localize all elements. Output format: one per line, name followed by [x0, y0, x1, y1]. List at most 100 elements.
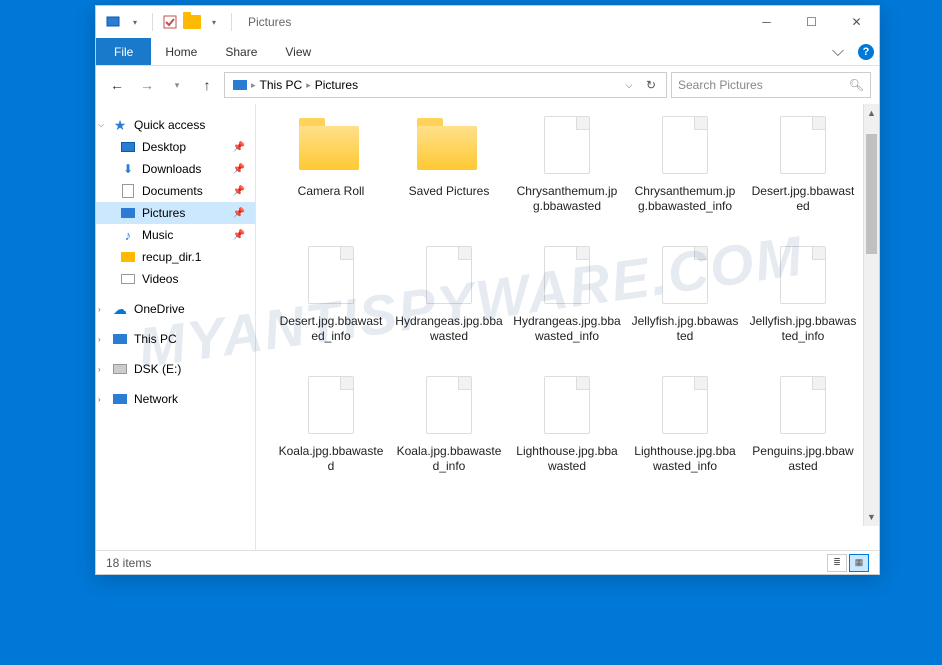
up-button[interactable]: ↑	[194, 72, 220, 98]
file-item[interactable]: Lighthouse.jpg.bbawasted	[512, 376, 622, 506]
music-icon: ♪	[120, 227, 136, 243]
file-tab[interactable]: File	[96, 38, 151, 65]
maximize-button[interactable]: ☐	[789, 6, 834, 38]
ribbon-tabs: File Home Share View ⌵ ?	[96, 38, 879, 66]
pictures-icon	[120, 205, 136, 221]
item-label: Desert.jpg.bbawasted_info	[277, 314, 385, 344]
vertical-scrollbar[interactable]: ▲ ▼	[863, 104, 879, 526]
network-icon	[112, 391, 128, 407]
file-icon	[299, 246, 363, 310]
sidebar-item-pictures[interactable]: Pictures📌	[96, 202, 255, 224]
content-area: ⌵★Quick access Desktop📌 ⬇Downloads📌 Docu…	[96, 104, 879, 550]
sidebar-item-recup-dir[interactable]: recup_dir.1	[96, 246, 255, 268]
scroll-down-icon[interactable]: ▼	[864, 508, 879, 526]
file-icon	[417, 246, 481, 310]
item-label: Camera Roll	[298, 184, 365, 199]
collapse-icon[interactable]: ⌵	[98, 120, 104, 130]
close-button[interactable]: ✕	[834, 6, 879, 38]
pin-icon: 📌	[233, 230, 245, 241]
item-label: Chrysanthemum.jpg.bbawasted_info	[631, 184, 739, 214]
expand-icon[interactable]: ›	[98, 305, 101, 314]
forward-button[interactable]: →	[134, 72, 160, 98]
expand-icon[interactable]: ›	[98, 365, 101, 374]
file-item[interactable]: Hydrangeas.jpg.bbawasted	[394, 246, 504, 376]
separator	[231, 13, 232, 31]
folder-item[interactable]: Camera Roll	[276, 116, 386, 246]
file-item[interactable]: Penguins.jpg.bbawasted	[748, 376, 858, 506]
separator	[152, 13, 153, 31]
file-item[interactable]: Lighthouse.jpg.bbawasted_info	[630, 376, 740, 506]
refresh-icon[interactable]: ↻	[640, 78, 662, 92]
quick-access-toolbar: ▾ ▾ Pictures	[96, 13, 291, 31]
file-item[interactable]: Koala.jpg.bbawasted	[276, 376, 386, 506]
search-input[interactable]: Search Pictures 🔍︎	[671, 72, 871, 98]
sidebar-item-network[interactable]: ›Network	[96, 388, 255, 410]
scroll-up-icon[interactable]: ▲	[864, 104, 879, 122]
expand-icon[interactable]: ›	[98, 335, 101, 344]
address-dropdown-icon[interactable]: ⌵	[618, 80, 640, 91]
folder-icon	[120, 249, 136, 265]
recent-locations-button[interactable]: ▾	[164, 72, 190, 98]
sidebar-item-downloads[interactable]: ⬇Downloads📌	[96, 158, 255, 180]
checkbox-icon[interactable]	[161, 13, 179, 31]
ribbon-collapse-icon[interactable]: ⌵	[823, 38, 853, 65]
file-item[interactable]: Koala.jpg.bbawasted_info	[394, 376, 504, 506]
file-item[interactable]: Hydrangeas.jpg.bbawasted_info	[512, 246, 622, 376]
sidebar-item-this-pc[interactable]: ›This PC	[96, 328, 255, 350]
file-icon	[771, 116, 835, 180]
folder-icon	[417, 116, 481, 180]
file-explorer-window: ▾ ▾ Pictures ─ ☐ ✕ File Home Share View …	[95, 5, 880, 575]
item-label: Jellyfish.jpg.bbawasted	[631, 314, 739, 344]
tab-home[interactable]: Home	[151, 38, 211, 65]
sidebar-item-drive[interactable]: ›DSK (E:)	[96, 358, 255, 380]
item-label: Chrysanthemum.jpg.bbawasted	[513, 184, 621, 214]
scrollbar-thumb[interactable]	[866, 134, 877, 254]
breadcrumb[interactable]: This PC	[256, 78, 307, 92]
sidebar-item-videos[interactable]: Videos	[96, 268, 255, 290]
qat-dropdown-icon[interactable]: ▾	[205, 13, 223, 31]
file-item[interactable]: Chrysanthemum.jpg.bbawasted_info	[630, 116, 740, 246]
folder-icon	[183, 13, 201, 31]
navigation-pane: ⌵★Quick access Desktop📌 ⬇Downloads📌 Docu…	[96, 104, 256, 550]
folder-item[interactable]: Saved Pictures	[394, 116, 504, 246]
videos-icon	[120, 271, 136, 287]
item-label: Penguins.jpg.bbawasted	[749, 444, 857, 474]
sidebar-item-music[interactable]: ♪Music📌	[96, 224, 255, 246]
file-item[interactable]: Jellyfish.jpg.bbawasted	[630, 246, 740, 376]
breadcrumb-icon[interactable]	[229, 80, 251, 90]
file-item[interactable]: Chrysanthemum.jpg.bbawasted	[512, 116, 622, 246]
details-view-button[interactable]: ≣	[827, 554, 847, 572]
item-label: Desert.jpg.bbawasted	[749, 184, 857, 214]
drive-icon	[112, 361, 128, 377]
file-icon	[535, 116, 599, 180]
address-bar[interactable]: ▸ This PC ▸ Pictures ⌵ ↻	[224, 72, 667, 98]
help-button[interactable]: ?	[853, 38, 879, 65]
minimize-button[interactable]: ─	[744, 6, 789, 38]
status-bar: 18 items ≣ ▦	[96, 550, 879, 574]
tab-view[interactable]: View	[271, 38, 325, 65]
sidebar-item-onedrive[interactable]: ›☁OneDrive	[96, 298, 255, 320]
file-icon	[417, 376, 481, 440]
item-label: Lighthouse.jpg.bbawasted	[513, 444, 621, 474]
properties-icon[interactable]	[104, 13, 122, 31]
qat-dropdown-icon[interactable]: ▾	[126, 13, 144, 31]
file-grid[interactable]: Camera Roll Saved Pictures Chrysanthemum.j…	[256, 104, 879, 550]
sidebar-item-quick-access[interactable]: ⌵★Quick access	[96, 114, 255, 136]
back-button[interactable]: ←	[104, 72, 130, 98]
desktop-icon	[120, 139, 136, 155]
file-icon	[535, 246, 599, 310]
sidebar-item-documents[interactable]: Documents📌	[96, 180, 255, 202]
pin-icon: 📌	[233, 164, 245, 175]
file-item[interactable]: Jellyfish.jpg.bbawasted_info	[748, 246, 858, 376]
tab-share[interactable]: Share	[211, 38, 271, 65]
icons-view-button[interactable]: ▦	[849, 554, 869, 572]
expand-icon[interactable]: ›	[98, 395, 101, 404]
file-item[interactable]: Desert.jpg.bbawasted	[748, 116, 858, 246]
file-item[interactable]: Desert.jpg.bbawasted_info	[276, 246, 386, 376]
folder-icon	[299, 116, 363, 180]
titlebar: ▾ ▾ Pictures ─ ☐ ✕	[96, 6, 879, 38]
item-label: Saved Pictures	[409, 184, 490, 199]
downloads-icon: ⬇	[120, 161, 136, 177]
breadcrumb[interactable]: Pictures	[311, 78, 362, 92]
sidebar-item-desktop[interactable]: Desktop📌	[96, 136, 255, 158]
